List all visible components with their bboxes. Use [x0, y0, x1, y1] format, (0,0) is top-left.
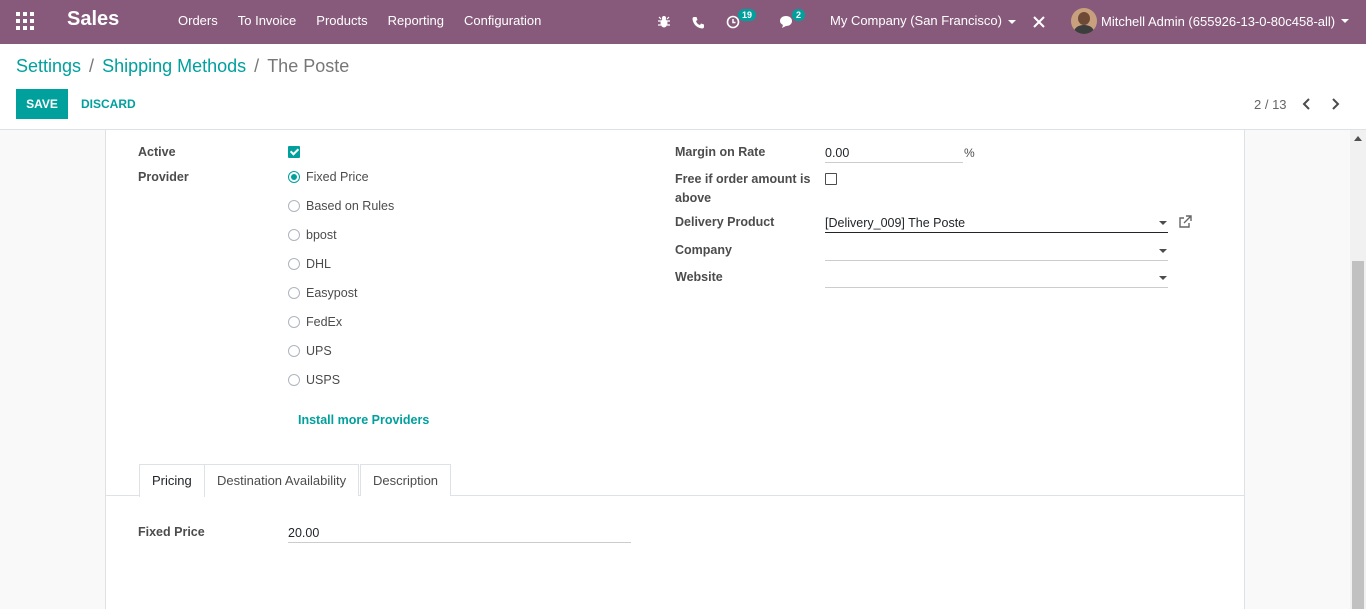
radio-icon: [288, 345, 300, 357]
avatar: [1071, 8, 1097, 34]
chevron-down-icon[interactable]: [1159, 249, 1167, 253]
company-label: Company: [675, 243, 732, 257]
main-menu: Orders To Invoice Products Reporting Con…: [178, 13, 561, 28]
chevron-down-icon[interactable]: [1159, 221, 1167, 225]
install-more-providers-link[interactable]: Install more Providers: [298, 413, 429, 427]
provider-option-easypost[interactable]: Easypost: [288, 286, 357, 300]
breadcrumb-separator: /: [89, 56, 95, 76]
provider-option-fedex[interactable]: FedEx: [288, 315, 342, 329]
provider-option-label: DHL: [306, 257, 332, 271]
radio-icon: [288, 229, 300, 241]
breadcrumb-settings[interactable]: Settings: [16, 56, 81, 77]
menu-products[interactable]: Products: [316, 13, 367, 28]
form-sheet: Active Provider Fixed Price Based on Rul…: [105, 130, 1245, 609]
company-input[interactable]: [825, 241, 1168, 261]
radio-icon: [288, 258, 300, 270]
provider-option-label: FedEx: [306, 315, 343, 329]
top-navbar: Sales Orders To Invoice Products Reporti…: [0, 0, 1366, 44]
website-label: Website: [675, 270, 723, 284]
delivery-product-label: Delivery Product: [675, 215, 775, 229]
provider-option-label: USPS: [306, 373, 341, 387]
discard-button[interactable]: DISCARD: [81, 97, 136, 111]
free-over-checkbox[interactable]: [825, 173, 837, 185]
tab-description[interactable]: Description: [360, 464, 452, 496]
radio-icon: [288, 287, 300, 299]
fixed-price-label: Fixed Price: [138, 525, 205, 539]
fixed-price-input[interactable]: 20.00: [288, 523, 631, 543]
chat-icon[interactable]: [779, 0, 795, 44]
active-label: Active: [138, 145, 176, 159]
margin-on-rate-label: Margin on Rate: [675, 145, 766, 159]
external-link-icon[interactable]: [1178, 215, 1192, 232]
tab-destination-availability[interactable]: Destination Availability: [204, 464, 360, 496]
provider-option-dhl[interactable]: DHL: [288, 257, 331, 271]
menu-orders[interactable]: Orders: [178, 13, 218, 28]
user-menu[interactable]: Mitchell Admin (655926-13-0-80c458-all): [1071, 8, 1350, 34]
breadcrumb-shipping-methods[interactable]: Shipping Methods: [102, 56, 246, 77]
tab-pricing[interactable]: Pricing: [139, 464, 205, 497]
provider-option-bpost[interactable]: bpost: [288, 228, 337, 242]
menu-configuration[interactable]: Configuration: [464, 13, 541, 28]
provider-option-usps[interactable]: USPS: [288, 373, 340, 387]
website-input[interactable]: [825, 268, 1168, 288]
delivery-product-input[interactable]: [Delivery_009] The Poste: [825, 213, 1168, 233]
provider-option-label: Fixed Price: [306, 170, 369, 184]
pager-value[interactable]: 2 / 13: [1254, 97, 1287, 112]
provider-option-label: bpost: [306, 228, 337, 242]
company-name: My Company (San Francisco): [830, 13, 1002, 28]
radio-selected-icon: [288, 171, 300, 183]
provider-label: Provider: [138, 170, 189, 184]
breadcrumb-current: The Poste: [267, 56, 350, 76]
menu-reporting[interactable]: Reporting: [388, 13, 444, 28]
bug-icon[interactable]: [657, 0, 671, 44]
radio-icon: [288, 200, 300, 212]
margin-on-rate-input[interactable]: 0.00: [825, 143, 963, 163]
provider-option-label: Easypost: [306, 286, 358, 300]
chevron-down-icon: [1341, 19, 1350, 23]
chevron-left-icon[interactable]: [1301, 97, 1315, 111]
user-name: Mitchell Admin (655926-13-0-80c458-all): [1101, 13, 1336, 29]
company-switcher[interactable]: My Company (San Francisco): [830, 13, 1016, 28]
breadcrumb-separator: /: [254, 56, 260, 76]
chevron-down-icon[interactable]: [1159, 276, 1167, 280]
scroll-up-icon[interactable]: [1354, 136, 1362, 141]
free-over-label: Free if order amount is: [675, 172, 811, 186]
apps-grid-icon[interactable]: [16, 12, 34, 30]
active-checkbox[interactable]: [288, 146, 300, 158]
app-name[interactable]: Sales: [67, 8, 119, 31]
provider-option-based-on-rules[interactable]: Based on Rules: [288, 199, 394, 213]
close-icon[interactable]: [1032, 0, 1046, 44]
control-panel: Settings / Shipping Methods / The Poste …: [0, 44, 1366, 130]
clock-icon[interactable]: [726, 0, 740, 44]
menu-to-invoice[interactable]: To Invoice: [238, 13, 297, 28]
chevron-right-icon[interactable]: [1329, 97, 1343, 111]
form-view: Active Provider Fixed Price Based on Rul…: [0, 130, 1350, 609]
save-button[interactable]: SAVE: [16, 89, 68, 119]
provider-option-label: UPS: [306, 344, 332, 358]
breadcrumb: Settings / Shipping Methods / The Poste: [16, 56, 349, 77]
free-over-label-line2: above: [675, 191, 712, 205]
chevron-down-icon: [1007, 19, 1016, 24]
phone-icon[interactable]: [692, 0, 705, 44]
percent-unit: %: [964, 146, 975, 160]
provider-option-ups[interactable]: UPS: [288, 344, 332, 358]
provider-option-label: Based on Rules: [306, 199, 395, 213]
radio-icon: [288, 374, 300, 386]
activity-count-badge: 19: [738, 9, 757, 21]
messages-count-badge: 2: [792, 9, 806, 21]
provider-option-fixed-price[interactable]: Fixed Price: [288, 170, 369, 184]
radio-icon: [288, 316, 300, 328]
scrollbar[interactable]: [1350, 130, 1366, 609]
scrollbar-thumb[interactable]: [1352, 261, 1364, 609]
